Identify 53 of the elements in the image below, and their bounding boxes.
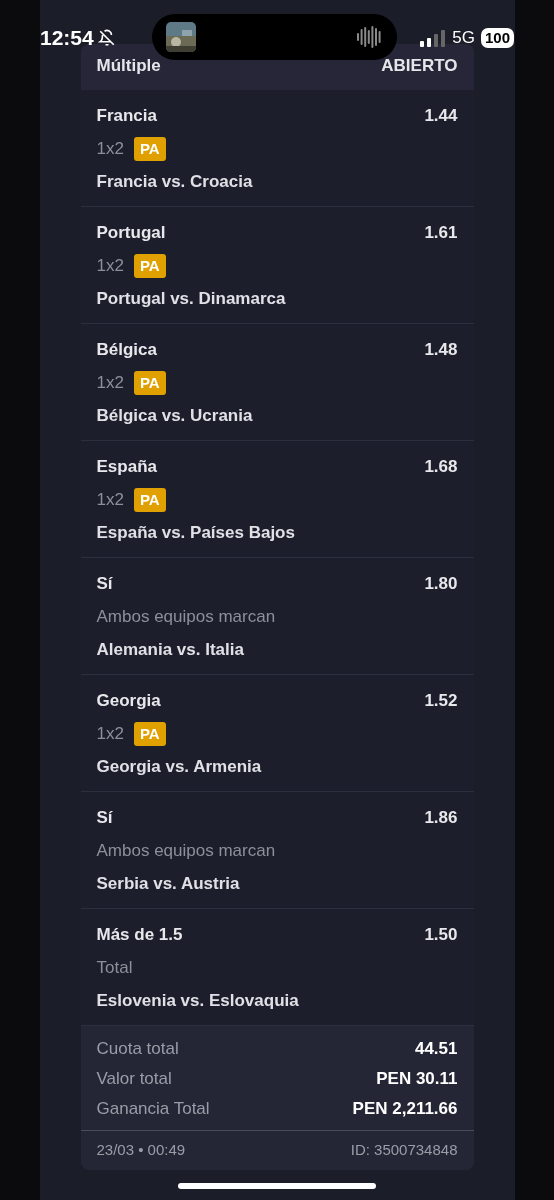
summary-label: Cuota total [96,1038,179,1061]
market-name: Ambos equipos marcan [96,839,276,862]
match-name: Francia vs. Croacia [96,170,254,193]
market-badge: PA [133,721,166,746]
market-badge: PA [133,136,166,161]
match-name: Portugal vs. Dinamarca [96,287,287,310]
selection-pick: Más de 1.5 [96,924,183,946]
market-name: 1x2 [96,722,124,745]
bet-date: 23/03 • 00:49 [96,1140,186,1161]
selection-pick: Bélgica [96,339,157,361]
market-badge: PA [133,253,166,278]
match-name: Alemania vs. Italia [96,638,245,661]
market-name: Total [96,956,133,979]
selection-odds: 1.86 [424,807,458,829]
match-name: Eslovenia vs. Eslovaquia [96,989,300,1012]
selection-odds: 1.48 [424,339,458,361]
market-name: 1x2 [96,371,124,394]
selection-pick: Portugal [96,222,166,244]
market-name: 1x2 [96,488,124,511]
market-name: 1x2 [96,137,124,160]
selection-odds: 1.80 [424,573,458,595]
selection-odds: 1.44 [424,105,458,127]
selection-pick: Georgia [96,690,161,712]
market-badge: PA [133,487,166,512]
selection-pick: Sí [96,573,113,595]
summary-label: Valor total [96,1068,172,1091]
summary-value: PEN 2,211.66 [352,1098,458,1121]
summary-value: 44.51 [414,1038,458,1061]
match-name: Bélgica vs. Ucrania [96,404,254,427]
muted-bell-icon [97,29,116,47]
selection-odds: 1.52 [424,690,458,712]
battery-indicator: 100 [480,28,514,48]
signal-icon [420,29,447,47]
summary-label: Ganancia Total [96,1098,210,1121]
market-badge: PA [133,370,166,395]
selection-odds: 1.68 [424,456,458,478]
bet-status: ABIERTO [381,54,458,77]
selection-pick: Francia [96,105,157,127]
selection-pick: España [96,456,157,478]
match-name: Georgia vs. Armenia [96,755,263,778]
match-name: España vs. Países Bajos [96,521,296,544]
selection-odds: 1.50 [424,924,458,946]
selection-odds: 1.61 [424,222,458,244]
market-name: 1x2 [96,254,124,277]
network-label: 5G [452,27,475,50]
market-name: Ambos equipos marcan [96,605,276,628]
clock-time: 12:54 [40,25,94,52]
bet-type: Múltiple [96,54,161,77]
selection-pick: Sí [96,807,113,829]
bet-id: ID: 3500734848 [350,1140,458,1161]
summary-value: PEN 30.11 [376,1068,458,1091]
waveform-icon [357,25,383,49]
match-name: Serbia vs. Austria [96,872,241,895]
